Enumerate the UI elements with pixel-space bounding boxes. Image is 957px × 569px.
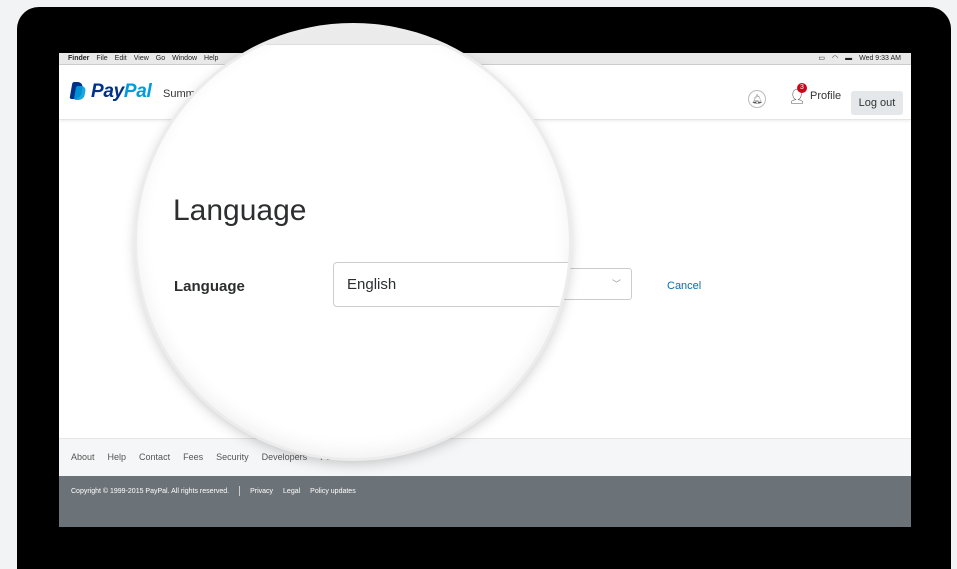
footer-link-fees[interactable]: Fees: [183, 452, 203, 462]
footer-link-contact[interactable]: Contact: [139, 452, 170, 462]
paypal-p-icon: [69, 82, 87, 102]
footer-link-legal[interactable]: Legal: [283, 488, 300, 495]
footer-link-developers[interactable]: Developers: [262, 452, 308, 462]
profile-label: Profile: [810, 90, 842, 102]
footer-link-security[interactable]: Security: [216, 452, 249, 462]
footer-link-help[interactable]: Help: [108, 452, 127, 462]
brand-pay: Pay: [91, 81, 124, 102]
language-select-value: English: [347, 276, 397, 293]
menu-edit[interactable]: Edit: [115, 53, 127, 64]
copyright-text: Copyright © 1999-2015 PayPal. All rights…: [71, 487, 230, 495]
page-title: Language: [173, 194, 307, 227]
user-icon: 👤︎ 3: [788, 82, 807, 104]
menu-help[interactable]: Help: [204, 53, 218, 64]
menu-go[interactable]: Go: [156, 53, 165, 64]
mac-menubar: Finder File Edit View Go Window Help ▭ ◠…: [59, 53, 911, 65]
menu-file[interactable]: File: [96, 53, 107, 64]
airplay-icon[interactable]: ▭: [818, 53, 825, 64]
footer-divider: [239, 486, 241, 496]
notification-bell-icon[interactable]: 🔔︎: [748, 90, 766, 108]
menu-finder[interactable]: Finder: [68, 53, 89, 64]
brand-pal: Pal: [123, 81, 152, 102]
battery-icon[interactable]: ▬: [845, 53, 852, 64]
chevron-down-icon: ﹀: [611, 279, 621, 289]
wifi-icon[interactable]: ◠: [832, 53, 838, 64]
menu-view[interactable]: View: [134, 53, 149, 64]
footer-nav: About Help Contact Fees Security Develop…: [59, 438, 911, 477]
footer-link-policy-updates[interactable]: Policy updates: [310, 488, 356, 495]
footer-legal: Copyright © 1999-2015 PayPal. All rights…: [59, 476, 911, 527]
language-select[interactable]: English: [333, 262, 569, 307]
menubar-clock[interactable]: Wed 9:33 AM: [859, 53, 901, 64]
logout-button[interactable]: Log out: [851, 91, 903, 115]
profile-link[interactable]: 👤︎ 3 Profile: [788, 82, 841, 110]
notification-badge: 3: [797, 82, 807, 93]
magnified-menubar: [137, 26, 569, 45]
footer-link-privacy[interactable]: Privacy: [250, 488, 273, 495]
language-field-label: Language: [174, 278, 245, 295]
paypal-logo[interactable]: PayPal: [69, 81, 152, 103]
magnifier-lens: Language Language English: [137, 26, 569, 458]
footer-link-about[interactable]: About: [71, 452, 95, 462]
menu-window[interactable]: Window: [172, 53, 197, 64]
cancel-link[interactable]: Cancel: [667, 280, 701, 292]
